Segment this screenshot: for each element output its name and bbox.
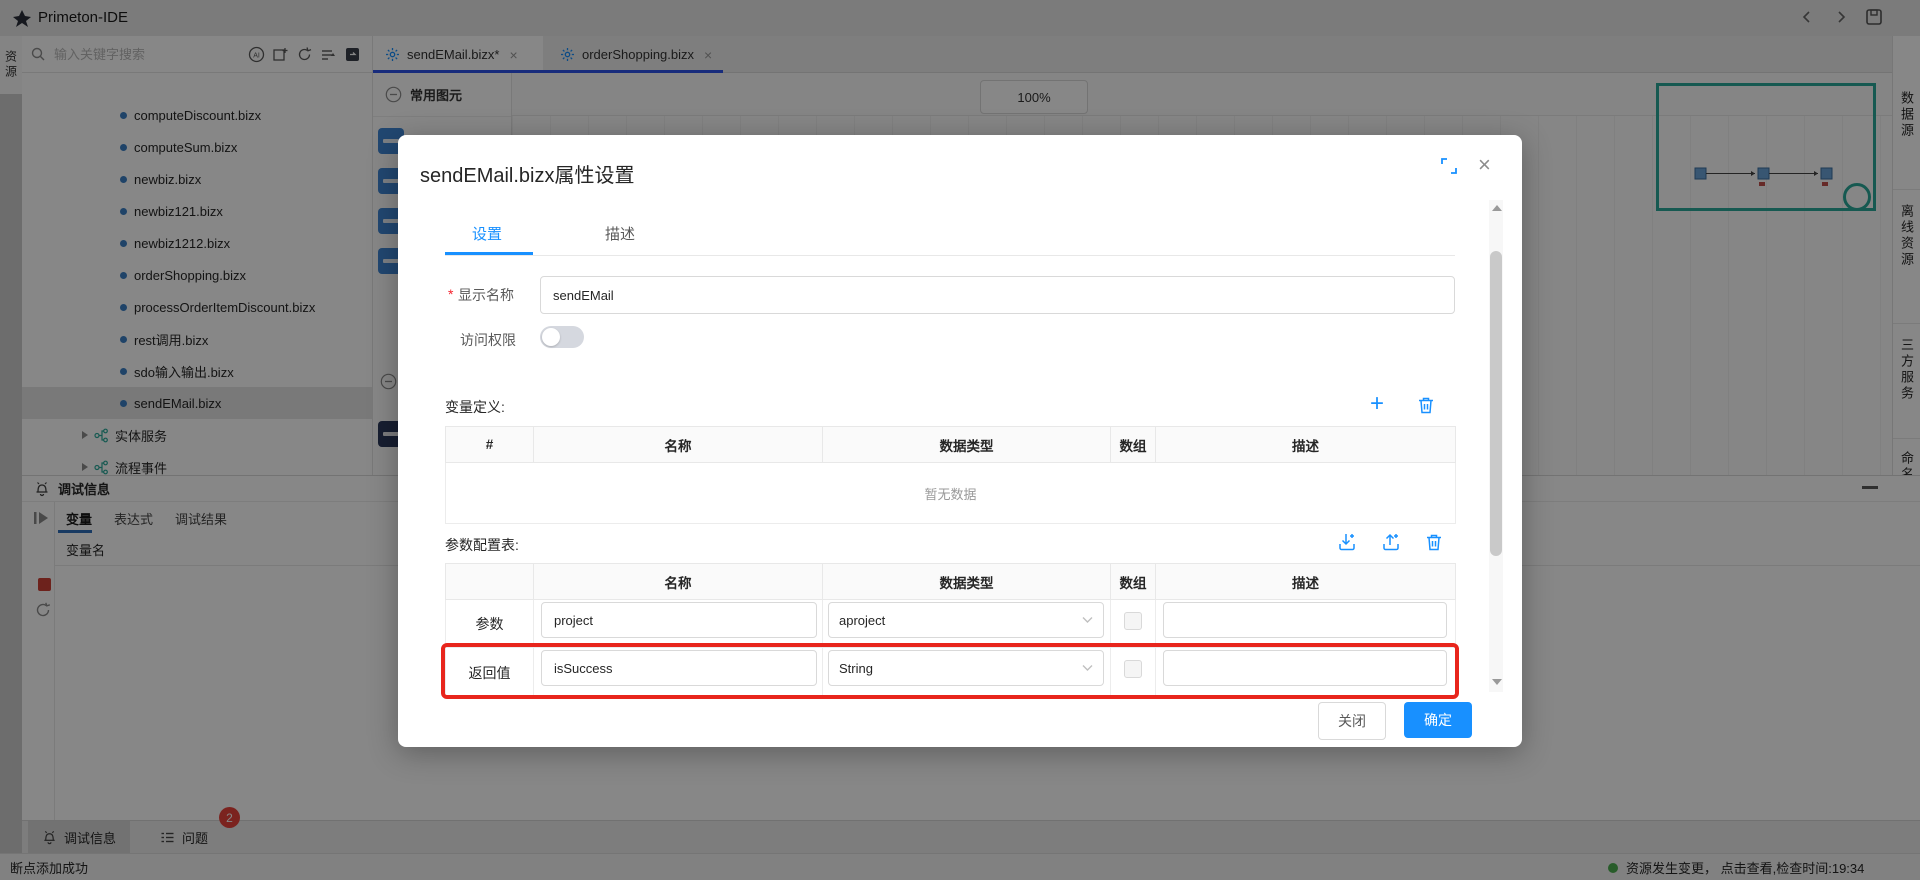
dialog-title: sendEMail.bizx属性设置 <box>420 159 635 188</box>
empty-data-placeholder: 暂无数据 <box>446 463 1456 524</box>
dialog-tab-divider <box>445 255 1455 256</box>
col-header-index: # <box>446 427 534 463</box>
col-header-array: 数组 <box>1111 427 1156 463</box>
add-variable-icon[interactable]: + <box>1370 393 1384 415</box>
col-header-desc: 描述 <box>1156 427 1456 463</box>
access-permission-label: 访问权限 <box>460 330 516 350</box>
col-header-name: 名称 <box>534 427 823 463</box>
dialog-tab-settings[interactable]: 设置 <box>472 223 502 244</box>
param-desc-input[interactable] <box>1163 602 1447 638</box>
delete-param-icon[interactable] <box>1424 532 1444 552</box>
dialog-close-icon[interactable]: × <box>1478 155 1491 175</box>
toggle-knob <box>542 328 560 346</box>
params-section-label: 参数配置表: <box>445 535 519 555</box>
return-name-input[interactable] <box>541 650 817 686</box>
param-array-checkbox[interactable] <box>1124 612 1142 630</box>
param-type-select[interactable]: aproject <box>828 602 1104 638</box>
col-header-blank <box>446 564 534 600</box>
dialog-tab-description[interactable]: 描述 <box>605 223 635 244</box>
app-window: Primeton-IDE 资源 AI <box>0 0 1920 880</box>
display-name-input[interactable] <box>540 276 1455 314</box>
param-row-kind: 返回值 <box>446 648 534 698</box>
scrollbar-up-arrow[interactable] <box>1492 205 1502 211</box>
required-asterisk: * <box>448 286 453 302</box>
dialog-scrollbar-thumb[interactable] <box>1490 251 1502 556</box>
variables-section-label: 变量定义: <box>445 397 505 417</box>
scrollbar-down-arrow[interactable] <box>1492 679 1502 685</box>
fullscreen-expand-icon[interactable] <box>1440 157 1458 175</box>
display-name-label: 显示名称 <box>458 285 514 305</box>
confirm-button[interactable]: 确定 <box>1404 702 1472 738</box>
return-type-value: String <box>839 661 873 676</box>
variables-table: # 名称 数据类型 数组 描述 暂无数据 <box>445 426 1456 524</box>
return-desc-input[interactable] <box>1163 650 1447 686</box>
import-params-icon[interactable] <box>1336 531 1358 553</box>
param-row-kind: 参数 <box>446 600 534 648</box>
export-params-icon[interactable] <box>1380 531 1402 553</box>
col-header-name: 名称 <box>534 564 823 600</box>
param-type-value: aproject <box>839 613 885 628</box>
col-header-type: 数据类型 <box>823 427 1111 463</box>
return-array-checkbox[interactable] <box>1124 660 1142 678</box>
close-button[interactable]: 关闭 <box>1318 702 1386 740</box>
col-header-desc: 描述 <box>1156 564 1456 600</box>
param-name-input[interactable] <box>541 602 817 638</box>
delete-variable-icon[interactable] <box>1416 395 1436 415</box>
chevron-down-icon <box>1082 664 1093 672</box>
return-type-select[interactable]: String <box>828 650 1104 686</box>
chevron-down-icon <box>1082 616 1093 624</box>
access-permission-toggle[interactable] <box>540 326 584 348</box>
col-header-type: 数据类型 <box>823 564 1111 600</box>
properties-dialog: sendEMail.bizx属性设置 × 设置 描述 * 显示名称 访问权限 变… <box>398 135 1522 747</box>
col-header-array: 数组 <box>1111 564 1156 600</box>
